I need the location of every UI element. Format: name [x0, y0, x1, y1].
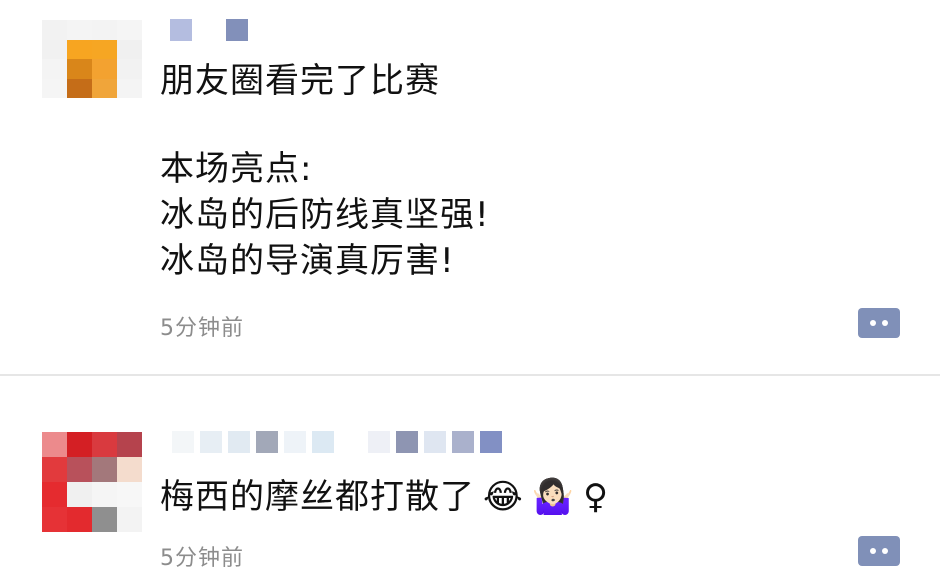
avatar-pixel [117, 39, 142, 59]
username-pixel [256, 431, 278, 453]
username-pixel [340, 431, 362, 453]
female-sign-icon: ♀ [583, 477, 609, 517]
moments-post: 朋友圈看完了比赛 本场亮点: 冰岛的后防线真坚强! 冰岛的导演真厉害! 5分钟前 [0, 0, 940, 374]
post-content: 朋友圈看完了比赛 本场亮点: 冰岛的后防线真坚强! 冰岛的导演真厉害! [160, 58, 490, 284]
comment-bubble-icon [870, 548, 876, 554]
content-line: 冰岛的导演真厉害! [160, 241, 455, 281]
avatar-pixel [92, 39, 117, 59]
avatar-pixel [117, 20, 142, 40]
content-line: 朋友圈看完了比赛 [160, 61, 440, 101]
avatar-pixel [92, 457, 117, 482]
username-pixel [172, 431, 194, 453]
tears-of-joy-emoji-icon: 😂 [483, 477, 524, 517]
moments-post: 梅西的摩丝都打散了 😂 🤷🏻‍♀️ ♀ 5分钟前 [0, 376, 940, 579]
avatar-pixel [92, 59, 117, 79]
avatar-pixel [92, 507, 117, 532]
comment-bubble-icon [882, 320, 888, 326]
avatar[interactable] [42, 20, 142, 98]
comment-button[interactable] [858, 308, 900, 338]
username-pixel [396, 431, 418, 453]
username-pixel [452, 431, 474, 453]
post-content: 梅西的摩丝都打散了 😂 🤷🏻‍♀️ ♀ [160, 474, 609, 520]
avatar-pixel [117, 59, 142, 79]
post-timestamp: 5分钟前 [160, 546, 244, 571]
avatar-pixel [42, 457, 67, 482]
username-pixel [198, 19, 220, 41]
username-pixel [480, 431, 502, 453]
avatar-pixel [67, 59, 92, 79]
avatar-pixel [67, 39, 92, 59]
comment-button[interactable] [858, 536, 900, 566]
username-pixel [226, 19, 248, 41]
avatar[interactable] [42, 432, 142, 532]
avatar-pixel [92, 78, 117, 98]
avatar-pixel [67, 457, 92, 482]
avatar-pixel [92, 20, 117, 40]
avatar-pixel [42, 78, 67, 98]
avatar-pixel [67, 482, 92, 507]
avatar-pixel [92, 432, 117, 457]
avatar-pixel [42, 507, 67, 532]
comment-bubble-icon [870, 320, 876, 326]
comment-bubble-icon [882, 548, 888, 554]
content-line: 本场亮点: [160, 149, 313, 189]
username-pixel [368, 431, 390, 453]
username-pixel [312, 431, 334, 453]
avatar-pixel [67, 507, 92, 532]
avatar-pixel [67, 20, 92, 40]
username-pixel [228, 431, 250, 453]
avatar-pixel [67, 78, 92, 98]
avatar-pixel [92, 482, 117, 507]
avatar-pixel [117, 432, 142, 457]
content-line: 冰岛的后防线真坚强! [160, 195, 490, 235]
username-pixel [284, 431, 306, 453]
avatar-pixel [67, 432, 92, 457]
avatar-pixel [42, 482, 67, 507]
post-timestamp: 5分钟前 [160, 316, 244, 341]
avatar-pixel [117, 507, 142, 532]
pixelated-username[interactable] [170, 18, 248, 42]
avatar-pixel [42, 432, 67, 457]
avatar-pixel [42, 39, 67, 59]
content-line-blank [160, 104, 490, 146]
pixelated-username[interactable] [172, 430, 502, 454]
avatar-pixel [42, 59, 67, 79]
username-pixel [424, 431, 446, 453]
avatar-pixel [117, 457, 142, 482]
woman-shrugging-emoji-icon: 🤷🏻‍♀️ [531, 477, 576, 517]
username-pixel [170, 19, 192, 41]
avatar-pixel [117, 482, 142, 507]
avatar-pixel [117, 78, 142, 98]
content-text: 梅西的摩丝都打散了 [160, 477, 475, 517]
username-pixel [200, 431, 222, 453]
avatar-pixel [42, 20, 67, 40]
